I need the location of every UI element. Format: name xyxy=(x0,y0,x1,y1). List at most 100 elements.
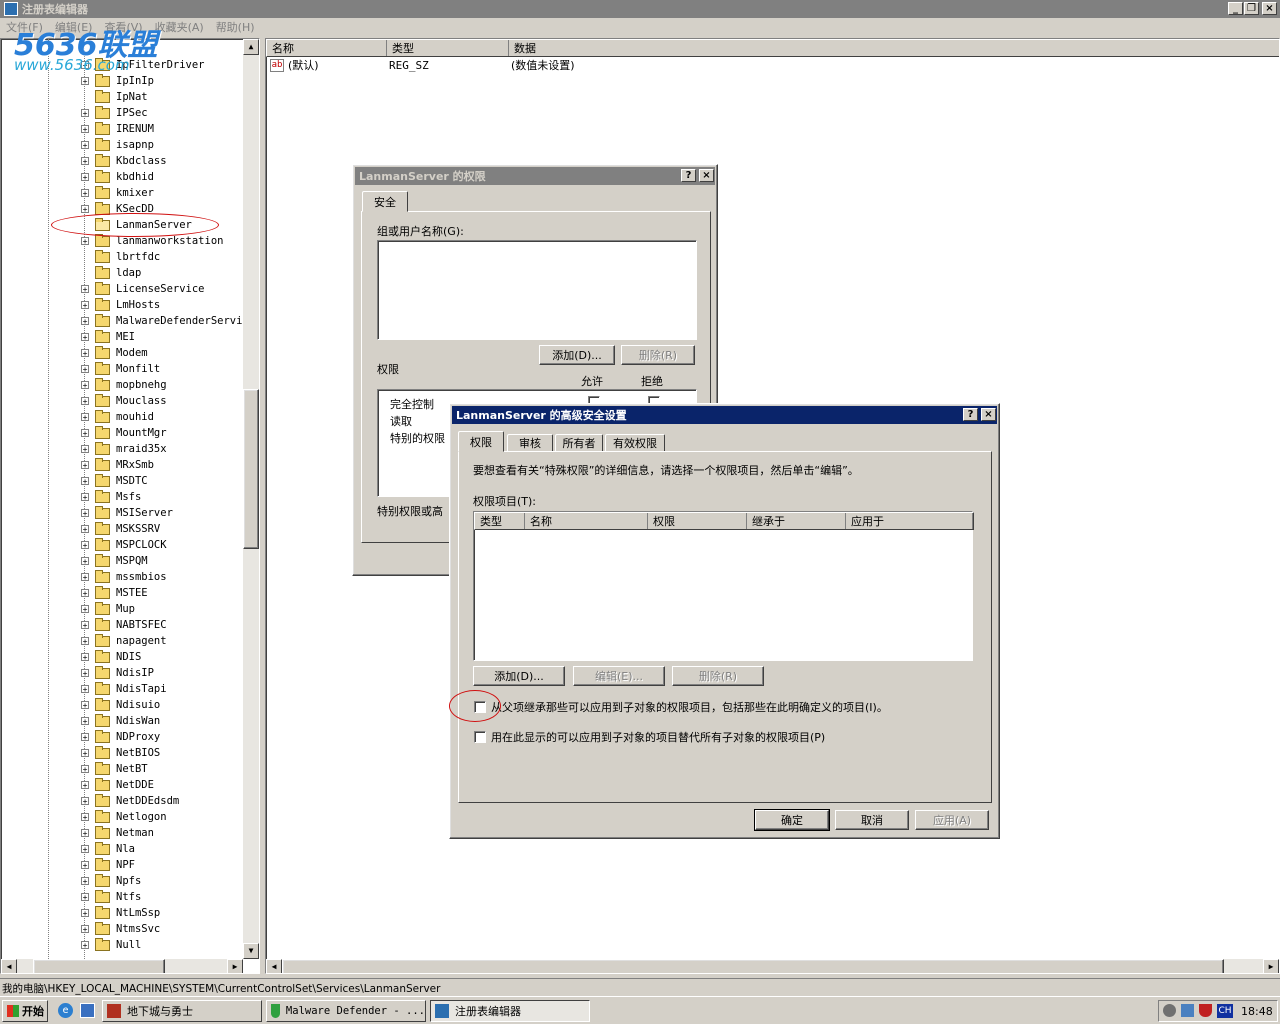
scroll-up-button[interactable]: ▲ xyxy=(243,39,259,55)
expand-icon[interactable]: + xyxy=(81,653,89,662)
tree-item-nabtsfec[interactable]: + NABTSFEC xyxy=(81,617,167,633)
inherit-checkbox-label[interactable]: 从父项继承那些可以应用到子对象的权限项目，包括那些在此明确定义的项目(I)。 xyxy=(491,699,888,715)
tree-item-netman[interactable]: + Netman xyxy=(81,825,154,841)
entries-col-inherited[interactable]: 继承于 xyxy=(747,513,846,529)
expand-icon[interactable]: + xyxy=(81,909,89,918)
tree-item-kbdclass[interactable]: + Kbdclass xyxy=(81,153,167,169)
minimize-button[interactable]: _ xyxy=(1228,2,1243,15)
tree-item-ndproxy[interactable]: + NDProxy xyxy=(81,729,160,745)
start-button[interactable]: 开始 xyxy=(2,1000,48,1022)
tree-item-netbt[interactable]: + NetBT xyxy=(81,761,148,777)
tree-item-licenseservice[interactable]: + LicenseService xyxy=(81,281,205,297)
tree-item-msiserver[interactable]: + MSIServer xyxy=(81,505,173,521)
expand-icon[interactable]: + xyxy=(81,605,89,614)
tree-item-ipsec[interactable]: + IPSec xyxy=(81,105,148,121)
tree-item-mup[interactable]: + Mup xyxy=(81,601,135,617)
expand-icon[interactable]: + xyxy=(81,397,89,406)
expand-icon[interactable]: + xyxy=(81,285,89,294)
list-row[interactable]: ab (默认) REG_SZ (数值未设置) xyxy=(270,57,870,73)
list-scroll-right-button[interactable]: ▶ xyxy=(1263,959,1279,973)
group-user-list[interactable] xyxy=(377,240,697,340)
expand-icon[interactable]: + xyxy=(81,317,89,326)
tab-permissions[interactable]: 权限 xyxy=(458,431,504,452)
expand-icon[interactable]: + xyxy=(81,189,89,198)
tree-item-mountmgr[interactable]: + MountMgr xyxy=(81,425,167,441)
tree-item-irenum[interactable]: + IRENUM xyxy=(81,121,154,137)
expand-icon[interactable]: + xyxy=(81,109,89,118)
perm-help-button[interactable]: ? xyxy=(681,169,696,182)
tray-shield-icon[interactable] xyxy=(1199,1004,1212,1017)
tree-item-netbios[interactable]: + NetBIOS xyxy=(81,745,160,761)
tab-effective[interactable]: 有效权限 xyxy=(605,434,665,452)
scroll-left-button[interactable]: ◀ xyxy=(1,959,17,973)
cancel-button[interactable]: 取消 xyxy=(835,810,909,830)
tray-gear-icon[interactable] xyxy=(1163,1004,1176,1017)
expand-icon[interactable]: + xyxy=(81,541,89,550)
tree-item-ntmssvc[interactable]: + NtmsSvc xyxy=(81,921,160,937)
adv-close-button[interactable]: × xyxy=(981,408,996,421)
expand-icon[interactable]: + xyxy=(81,125,89,134)
task-malware-defender[interactable]: Malware Defender - ... xyxy=(266,1000,426,1022)
expand-icon[interactable]: + xyxy=(81,669,89,678)
expand-icon[interactable]: + xyxy=(81,477,89,486)
col-type[interactable]: 类型 xyxy=(387,40,509,56)
tree-item-netddedsdm[interactable]: + NetDDEdsdm xyxy=(81,793,179,809)
restore-button[interactable]: ❐ xyxy=(1244,2,1259,15)
tree-item-napagent[interactable]: + napagent xyxy=(81,633,167,649)
tree-item-isapnp[interactable]: + isapnp xyxy=(81,137,154,153)
tree-item-ndistapi[interactable]: + NdisTapi xyxy=(81,681,167,697)
expand-icon[interactable]: + xyxy=(81,877,89,886)
expand-icon[interactable]: + xyxy=(81,589,89,598)
expand-icon[interactable]: + xyxy=(81,893,89,902)
expand-icon[interactable]: + xyxy=(81,493,89,502)
hscroll-thumb[interactable] xyxy=(33,959,165,973)
expand-icon[interactable]: + xyxy=(81,429,89,438)
scroll-right-button[interactable]: ▶ xyxy=(227,959,243,973)
expand-icon[interactable]: + xyxy=(81,381,89,390)
task-regedit[interactable]: 注册表编辑器 xyxy=(430,1000,590,1022)
expand-icon[interactable]: + xyxy=(81,717,89,726)
ok-button[interactable]: 确定 xyxy=(754,809,830,831)
tree-item-nla[interactable]: + Nla xyxy=(81,841,135,857)
tree-item-mstee[interactable]: + MSTEE xyxy=(81,585,148,601)
tree-item-ldap[interactable]: ldap xyxy=(81,265,141,281)
expand-icon[interactable]: + xyxy=(81,781,89,790)
tree-item-ntlmssp[interactable]: + NtLmSsp xyxy=(81,905,160,921)
list-hscroll-thumb[interactable] xyxy=(282,959,1224,973)
col-name[interactable]: 名称 xyxy=(267,40,387,56)
list-scroll-left-button[interactable]: ◀ xyxy=(266,959,282,973)
tree-item-msdtc[interactable]: + MSDTC xyxy=(81,473,148,489)
expand-icon[interactable]: + xyxy=(81,525,89,534)
tree-hscroll[interactable]: ◀ ▶ xyxy=(1,959,243,973)
tree-item-ipnat[interactable]: IpNat xyxy=(81,89,148,105)
replace-checkbox-label[interactable]: 用在此显示的可以应用到子对象的项目替代所有子对象的权限项目(P) xyxy=(491,729,825,745)
expand-icon[interactable]: + xyxy=(81,77,89,86)
expand-icon[interactable]: + xyxy=(81,813,89,822)
expand-icon[interactable]: + xyxy=(81,157,89,166)
expand-icon[interactable]: + xyxy=(81,301,89,310)
tree-item-ntfs[interactable]: + Ntfs xyxy=(81,889,141,905)
expand-icon[interactable]: + xyxy=(81,765,89,774)
replace-checkbox[interactable] xyxy=(474,731,486,743)
tree-item-mspclock[interactable]: + MSPCLOCK xyxy=(81,537,167,553)
expand-icon[interactable]: + xyxy=(81,925,89,934)
tree-item-modem[interactable]: + Modem xyxy=(81,345,148,361)
tree-item-mrxsmb[interactable]: + MRxSmb xyxy=(81,457,154,473)
expand-icon[interactable]: + xyxy=(81,749,89,758)
entries-col-apply[interactable]: 应用于 xyxy=(846,513,973,529)
tray-network-icon[interactable] xyxy=(1181,1004,1194,1017)
tree-item-mouhid[interactable]: + mouhid xyxy=(81,409,154,425)
tree-item-lmhosts[interactable]: + LmHosts xyxy=(81,297,160,313)
expand-icon[interactable]: + xyxy=(81,573,89,582)
tree-item-mopbnehg[interactable]: + mopbnehg xyxy=(81,377,167,393)
tab-security[interactable]: 安全 xyxy=(362,191,408,212)
tree-item-monfilt[interactable]: + Monfilt xyxy=(81,361,160,377)
entries-col-permission[interactable]: 权限 xyxy=(648,513,747,529)
adv-add-button[interactable]: 添加(D)... xyxy=(473,666,565,686)
expand-icon[interactable]: + xyxy=(81,349,89,358)
tree-item-kmixer[interactable]: + kmixer xyxy=(81,185,154,201)
tree-item-npfs[interactable]: + Npfs xyxy=(81,873,141,889)
perm-remove-button[interactable]: 删除(R) xyxy=(621,345,695,365)
clock[interactable]: 18:48 xyxy=(1241,1005,1273,1018)
tree-item-mskssrv[interactable]: + MSKSSRV xyxy=(81,521,160,537)
